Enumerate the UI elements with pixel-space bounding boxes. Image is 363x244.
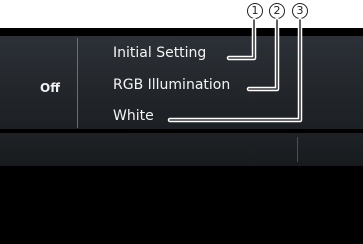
menu-panel: Off Initial Setting RGB Illumination Whi… — [0, 36, 363, 129]
menu-item-initial-setting[interactable]: Initial Setting — [113, 45, 206, 61]
lower-divider — [297, 137, 298, 162]
panel-divider — [77, 38, 78, 128]
menu-item-rgb-illumination[interactable]: RGB Illumination — [113, 77, 230, 93]
device-screen: Off Initial Setting RGB Illumination Whi… — [0, 28, 363, 244]
off-label: Off — [40, 81, 60, 95]
callout-1: 1 — [247, 3, 263, 19]
menu-item-white[interactable]: White — [113, 108, 154, 124]
callout-2: 2 — [269, 3, 285, 19]
callout-3: 3 — [292, 3, 308, 19]
off-button[interactable]: Off — [0, 36, 76, 129]
lower-bar — [0, 133, 363, 166]
callout-row: 1 2 3 — [0, 0, 363, 28]
